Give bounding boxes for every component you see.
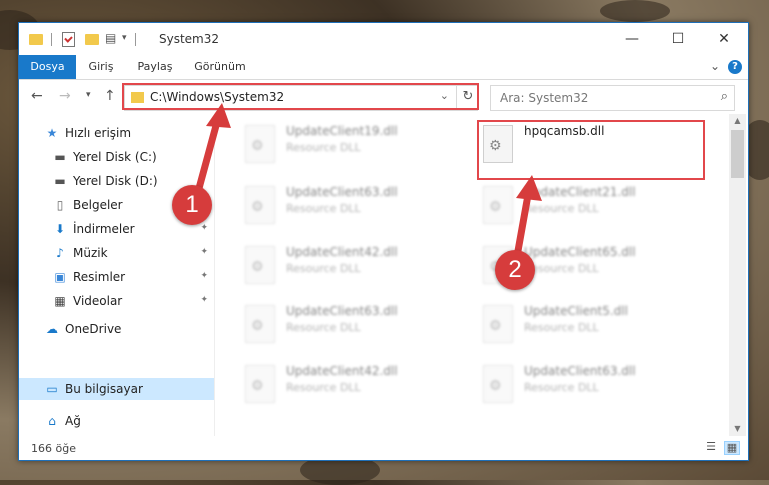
customize-icon[interactable]: ▤ [105, 31, 116, 45]
sidebar-item-quick-access[interactable]: ★ Hızlı erişim [19, 122, 214, 144]
wallpaper-spot [600, 0, 670, 22]
pin-icon[interactable]: ✦ [200, 247, 208, 257]
scroll-thumb[interactable] [731, 130, 744, 178]
close-button[interactable]: ✕ [701, 23, 747, 55]
properties-icon[interactable] [62, 32, 75, 47]
sidebar-item-this-pc[interactable]: ▭ Bu bilgisayar [19, 378, 214, 400]
ribbon-tabs: Dosya Giriş Paylaş Görünüm ⌄ ? [19, 55, 748, 80]
file-item[interactable]: UpdateClient5.dll Resource DLL [479, 300, 699, 350]
file-highlight-box [477, 120, 705, 180]
file-item[interactable]: UpdateClient21.dll Resource DLL [479, 181, 699, 231]
search-input[interactable]: Ara: System32 [500, 91, 588, 105]
back-button[interactable]: ← [31, 88, 43, 104]
up-button[interactable]: ↑ [104, 88, 116, 104]
drive-icon: ▬ [54, 150, 66, 164]
vertical-scrollbar[interactable]: ▲ ▼ [729, 114, 746, 436]
download-icon: ⬇ [54, 222, 66, 236]
video-icon: ▦ [54, 294, 66, 308]
address-highlight-box [122, 83, 479, 110]
pin-icon[interactable]: ✦ [200, 223, 208, 233]
file-item[interactable]: UpdateClient42.dll Resource DLL [241, 360, 461, 410]
tab-giris[interactable]: Giriş [81, 55, 121, 79]
pin-icon[interactable]: ✦ [200, 271, 208, 281]
drive-icon: ▬ [54, 174, 66, 188]
forward-button[interactable]: → [59, 88, 71, 104]
folder-icon [29, 34, 43, 45]
sidebar-item-videos[interactable]: ▦ Videolar ✦ [19, 290, 214, 312]
separator [135, 33, 136, 46]
dll-file-icon [483, 305, 513, 343]
title-bar: ▤ ▾ System32 — ☐ ✕ [19, 23, 748, 55]
computer-icon: ▭ [46, 382, 58, 396]
recent-locations-button[interactable]: ▾ [86, 90, 91, 100]
tab-gorunum[interactable]: Görünüm [187, 55, 253, 79]
file-item[interactable]: UpdateClient19.dll Resource DLL [241, 120, 461, 170]
dll-file-icon [245, 186, 275, 224]
pin-icon[interactable]: ✦ [200, 295, 208, 305]
navigation-bar: ← → ▾ ↑ C:\Windows\System32 ⌄ ↻ Ara: Sys… [19, 80, 748, 114]
dll-file-icon [245, 365, 275, 403]
dll-file-icon [483, 365, 513, 403]
scroll-down-icon[interactable]: ▼ [729, 422, 746, 436]
separator [51, 33, 52, 46]
dll-file-icon [245, 305, 275, 343]
new-folder-icon[interactable] [85, 34, 99, 45]
scroll-up-icon[interactable]: ▲ [729, 114, 746, 128]
sidebar-item-onedrive[interactable]: ☁ OneDrive [19, 318, 214, 340]
expand-ribbon-icon[interactable]: ⌄ [710, 59, 720, 73]
minimize-button[interactable]: — [609, 23, 655, 55]
star-icon: ★ [46, 126, 58, 140]
sidebar-item-network[interactable]: ⌂ Ağ [19, 410, 214, 432]
pictures-icon: ▣ [54, 270, 66, 284]
sidebar-item-disk-c[interactable]: ▬ Yerel Disk (C:) [19, 146, 214, 168]
details-view-icon[interactable]: ☰ [704, 441, 718, 453]
tiles-view-icon[interactable]: ▦ [724, 441, 740, 455]
step-badge-2: 2 [495, 250, 535, 290]
item-count: 166 öğe [31, 442, 76, 455]
tab-dosya[interactable]: Dosya [19, 55, 76, 79]
sidebar-item-music[interactable]: ♪ Müzik ✦ [19, 242, 214, 264]
sidebar-item-pictures[interactable]: ▣ Resimler ✦ [19, 266, 214, 288]
explorer-window: ▤ ▾ System32 — ☐ ✕ Dosya Giriş Paylaş Gö… [18, 22, 749, 461]
search-icon[interactable]: ⌕ [721, 89, 728, 104]
maximize-button[interactable]: ☐ [655, 23, 701, 55]
navigation-pane: ★ Hızlı erişim ▬ Yerel Disk (C:) ▬ Yerel… [19, 114, 215, 436]
help-icon[interactable]: ? [728, 60, 742, 74]
status-bar: 166 öğe ☰ ▦ [19, 436, 748, 460]
window-title: System32 [159, 32, 220, 46]
dll-file-icon [245, 246, 275, 284]
file-item[interactable]: UpdateClient42.dll Resource DLL [241, 241, 461, 291]
search-box[interactable]: Ara: System32 ⌕ [490, 85, 735, 111]
file-item[interactable]: UpdateClient63.dll Resource DLL [479, 360, 699, 410]
dll-file-icon [483, 186, 513, 224]
chevron-down-icon[interactable]: ▾ [122, 33, 127, 43]
dll-file-icon [245, 125, 275, 163]
cloud-icon: ☁ [46, 322, 58, 336]
file-item[interactable]: UpdateClient63.dll Resource DLL [241, 300, 461, 350]
file-item[interactable]: UpdateClient63.dll Resource DLL [241, 181, 461, 231]
tab-paylas[interactable]: Paylaş [131, 55, 179, 79]
document-icon: ▯ [56, 198, 64, 212]
music-icon: ♪ [56, 246, 64, 260]
step-badge-1: 1 [172, 185, 212, 225]
network-icon: ⌂ [48, 414, 56, 428]
